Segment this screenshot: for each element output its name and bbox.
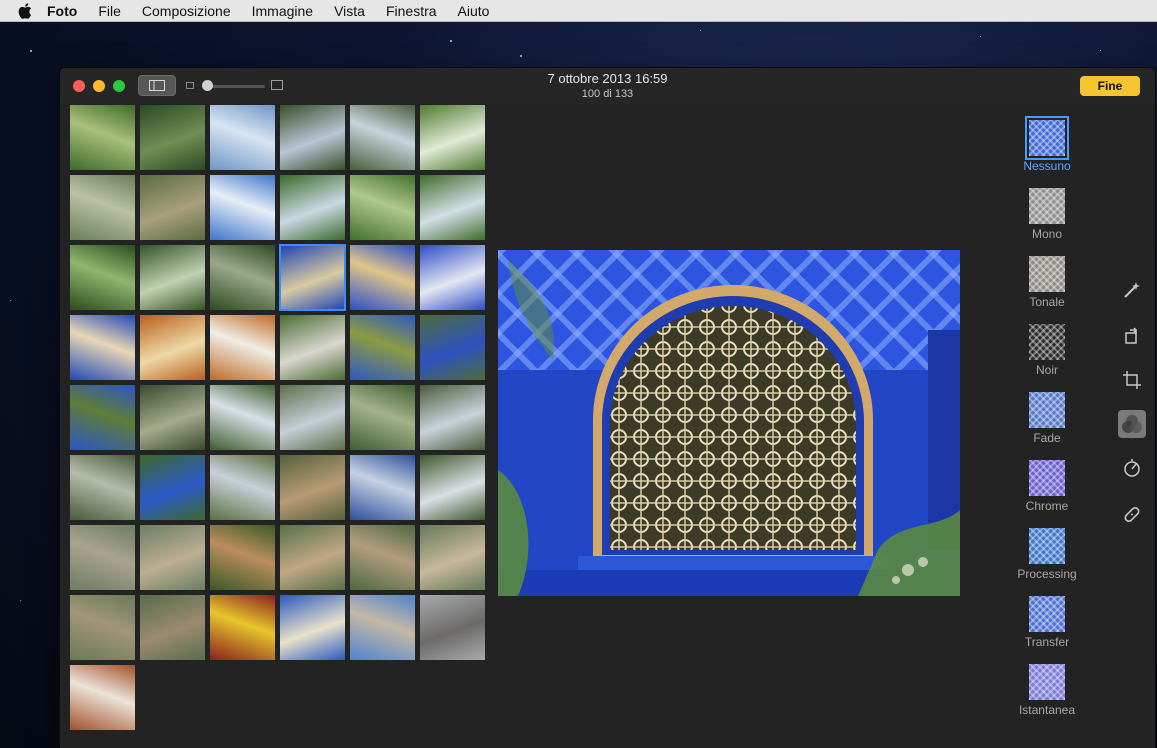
photo-thumbnail[interactable] xyxy=(70,665,135,730)
magic-wand-icon[interactable] xyxy=(1120,278,1144,302)
filter-transfer[interactable]: Transfer xyxy=(1010,596,1084,649)
filter-istantanea[interactable]: Istantanea xyxy=(1010,664,1084,717)
photo-thumbnail[interactable] xyxy=(210,105,275,170)
filter-fade[interactable]: Fade xyxy=(1010,392,1084,445)
photo-thumbnail[interactable] xyxy=(140,455,205,520)
photo-thumbnail[interactable] xyxy=(210,245,275,310)
photo-thumbnail[interactable] xyxy=(280,455,345,520)
photo-thumbnail[interactable] xyxy=(210,525,275,590)
photo-thumbnail[interactable] xyxy=(279,244,346,311)
done-button[interactable]: Fine xyxy=(1080,76,1140,96)
photos-window: 7 ottobre 2013 16:59 100 di 133 Fine Nes… xyxy=(60,68,1155,748)
photo-thumbnail[interactable] xyxy=(350,455,415,520)
filter-label: Chrome xyxy=(1025,499,1069,513)
menu-immagine[interactable]: Immagine xyxy=(252,3,313,19)
menu-aiuto[interactable]: Aiuto xyxy=(458,3,490,19)
adjust-icon[interactable] xyxy=(1120,456,1144,480)
filter-label: Mono xyxy=(1031,227,1063,241)
photo-thumbnail[interactable] xyxy=(280,385,345,450)
filter-preview xyxy=(1029,188,1065,224)
photo-thumbnail[interactable] xyxy=(140,105,205,170)
photo-thumbnail[interactable] xyxy=(280,595,345,660)
filter-preview xyxy=(1029,528,1065,564)
photo-thumbnail[interactable] xyxy=(350,525,415,590)
photo-thumbnail[interactable] xyxy=(140,175,205,240)
photo-thumbnail[interactable] xyxy=(350,105,415,170)
filter-label: Nessuno xyxy=(1023,159,1071,173)
filter-preview xyxy=(1029,596,1065,632)
filter-preview xyxy=(1025,116,1069,160)
filter-preview xyxy=(1029,392,1065,428)
photo-thumbnail[interactable] xyxy=(210,175,275,240)
photo-thumbnail[interactable] xyxy=(70,245,135,310)
filter-preview xyxy=(1029,460,1065,496)
photo-thumbnail[interactable] xyxy=(420,455,485,520)
apple-icon[interactable] xyxy=(18,2,34,19)
photo-thumbnail[interactable] xyxy=(140,595,205,660)
photo-thumbnail[interactable] xyxy=(140,385,205,450)
photo-thumbnail[interactable] xyxy=(280,315,345,380)
menubar: Foto File Composizione Immagine Vista Fi… xyxy=(0,0,1157,22)
photo-thumbnail[interactable] xyxy=(280,525,345,590)
filter-label: Processing xyxy=(1017,567,1077,581)
photo-thumbnail[interactable] xyxy=(210,455,275,520)
main-photo xyxy=(498,250,960,596)
filter-preview xyxy=(1029,256,1065,292)
photo-thumbnail[interactable] xyxy=(140,525,205,590)
filter-processing[interactable]: Processing xyxy=(1010,528,1084,581)
photo-thumbnail[interactable] xyxy=(420,105,485,170)
photo-thumbnail[interactable] xyxy=(350,315,415,380)
filter-preview xyxy=(1029,664,1065,700)
filter-preview xyxy=(1029,324,1065,360)
menu-file[interactable]: File xyxy=(98,3,121,19)
photo-thumbnail[interactable] xyxy=(420,595,485,660)
retouch-icon[interactable] xyxy=(1120,502,1144,526)
photo-thumbnail[interactable] xyxy=(350,175,415,240)
filter-label: Fade xyxy=(1033,431,1061,445)
photo-date: 7 ottobre 2013 16:59 xyxy=(547,71,668,86)
photo-count: 100 di 133 xyxy=(581,88,634,100)
photo-thumbnail[interactable] xyxy=(70,525,135,590)
photo-thumbnail[interactable] xyxy=(420,385,485,450)
photo-thumbnail[interactable] xyxy=(280,175,345,240)
photo-thumbnail[interactable] xyxy=(420,245,485,310)
photo-thumbnail[interactable] xyxy=(70,315,135,380)
photo-thumbnail[interactable] xyxy=(420,175,485,240)
menu-finestra[interactable]: Finestra xyxy=(386,3,437,19)
titlebar: 7 ottobre 2013 16:59 100 di 133 Fine xyxy=(60,68,1155,104)
filter-mono[interactable]: Mono xyxy=(1010,188,1084,241)
photo-thumbnail[interactable] xyxy=(210,595,275,660)
filter-label: Noir xyxy=(1035,363,1058,377)
menu-foto[interactable]: Foto xyxy=(47,3,77,19)
filter-nessuno[interactable]: Nessuno xyxy=(1010,116,1084,173)
photo-thumbnail[interactable] xyxy=(420,315,485,380)
menu-vista[interactable]: Vista xyxy=(334,3,365,19)
photo-thumbnail[interactable] xyxy=(70,105,135,170)
photo-thumbnail[interactable] xyxy=(70,595,135,660)
filter-label: Transfer xyxy=(1024,635,1070,649)
photo-thumbnail[interactable] xyxy=(210,315,275,380)
photo-thumbnail[interactable] xyxy=(70,175,135,240)
photo-thumbnail[interactable] xyxy=(140,315,205,380)
photo-thumbnail[interactable] xyxy=(350,595,415,660)
crop-icon[interactable] xyxy=(1120,368,1144,392)
filters-icon[interactable] xyxy=(1118,410,1146,438)
filter-tonale[interactable]: Tonale xyxy=(1010,256,1084,309)
photo-thumbnail[interactable] xyxy=(210,385,275,450)
photo-thumbnail[interactable] xyxy=(350,385,415,450)
filter-noir[interactable]: Noir xyxy=(1010,324,1084,377)
photo-thumbnail[interactable] xyxy=(70,385,135,450)
filter-label: Tonale xyxy=(1029,295,1065,309)
photo-thumbnail[interactable] xyxy=(140,245,205,310)
filter-label: Istantanea xyxy=(1018,703,1076,717)
photo-thumbnail[interactable] xyxy=(420,525,485,590)
rotate-icon[interactable] xyxy=(1120,324,1144,348)
filter-chrome[interactable]: Chrome xyxy=(1010,460,1084,513)
photo-thumbnail[interactable] xyxy=(70,455,135,520)
photo-thumbnail[interactable] xyxy=(350,245,415,310)
photo-thumbnail[interactable] xyxy=(280,105,345,170)
thumbnail-grid xyxy=(70,105,485,730)
menu-composizione[interactable]: Composizione xyxy=(142,3,231,19)
